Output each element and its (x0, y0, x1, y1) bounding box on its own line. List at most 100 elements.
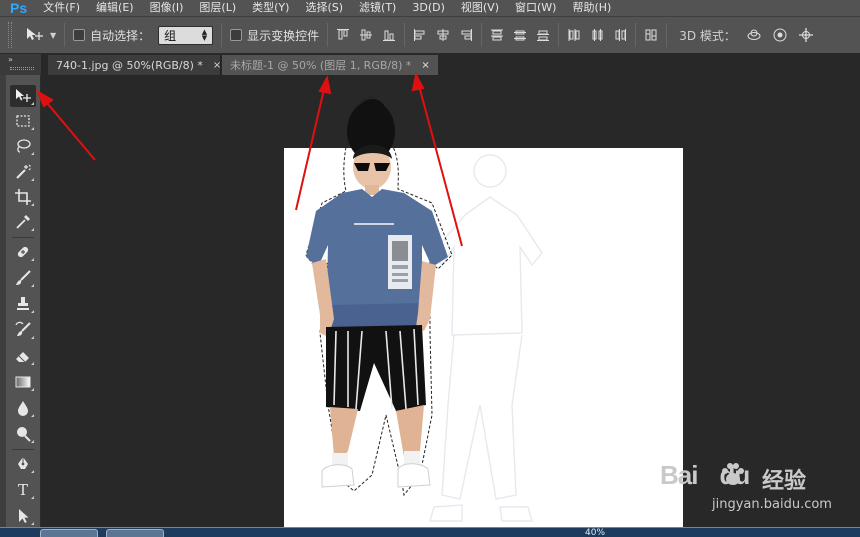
auto-select-value: 组 (164, 28, 177, 43)
menu-3d[interactable]: 3D(D) (404, 0, 453, 16)
document-tab-bar: » 740-1.jpg @ 50%(RGB/8) * × 未标题-1 @ 50%… (0, 54, 860, 75)
align-left-icon[interactable] (413, 28, 427, 42)
align-hcenter-icon[interactable] (436, 28, 450, 42)
show-transform-checkbox[interactable] (230, 29, 243, 41)
shirt-patch-line (392, 273, 408, 276)
blur-tool-icon[interactable] (10, 397, 36, 419)
t-shirt-shade (326, 303, 422, 329)
distribute-vcenter-icon[interactable] (513, 28, 527, 42)
distribute-bottom-icon[interactable] (536, 28, 550, 42)
toolbox-header[interactable]: » (0, 54, 41, 75)
pen-tool-icon[interactable] (10, 453, 36, 475)
type-tool-glyph: T (17, 481, 28, 499)
toolbox-strip (0, 75, 6, 537)
orbit-3d-icon[interactable] (746, 27, 762, 43)
shirt-patch-line (392, 279, 408, 282)
distribute-horizontal-buttons (567, 28, 627, 42)
divider (64, 23, 66, 47)
pan-3d-icon[interactable] (798, 27, 814, 43)
menu-bar: Ps 文件(F) 编辑(E) 图像(I) 图层(L) 类型(Y) 选择(S) 滤… (0, 0, 860, 16)
menu-view[interactable]: 视图(V) (453, 0, 507, 16)
toolbox-grip[interactable] (10, 67, 34, 70)
photoshop-window: Ps 文件(F) 编辑(E) 图像(I) 图层(L) 类型(Y) 选择(S) 滤… (0, 0, 860, 537)
align-right-icon[interactable] (459, 28, 473, 42)
gradient-tool-icon[interactable] (10, 371, 36, 393)
brush-tool-icon[interactable] (10, 267, 36, 289)
eraser-tool-icon[interactable] (10, 345, 36, 367)
align-vcenter-icon[interactable] (359, 28, 373, 42)
divider (558, 23, 560, 47)
lasso-tool-icon[interactable] (10, 135, 36, 157)
history-brush-tool-icon[interactable] (10, 319, 36, 341)
tray-text: 40% (585, 528, 606, 537)
tool-preset-picker[interactable]: ▼ (26, 27, 56, 43)
align-top-icon[interactable] (336, 28, 350, 42)
divider (12, 449, 34, 450)
hair-top (360, 99, 384, 115)
menu-window[interactable]: 窗口(W) (507, 0, 564, 16)
paw-icon (722, 463, 744, 485)
menu-layer[interactable]: 图层(L) (191, 0, 244, 16)
magic-wand-tool-icon[interactable] (10, 161, 36, 183)
distribute-left-icon[interactable] (567, 28, 581, 42)
auto-select-label: 自动选择： (90, 28, 151, 43)
toolbox: T (0, 75, 41, 537)
baidu-watermark: Baidu 经验 jingyan.baidu.com (660, 460, 832, 518)
menu-help[interactable]: 帮助(H) (564, 0, 619, 16)
taskbar-button[interactable] (106, 529, 164, 537)
divider (481, 23, 483, 47)
right-leg (396, 405, 424, 459)
spinner-icon: ▲ ▼ (201, 28, 208, 42)
shirt-patch-line (392, 265, 408, 269)
clone-stamp-tool-icon[interactable] (10, 293, 36, 315)
collapse-icon[interactable]: » (8, 55, 13, 64)
crop-tool-icon[interactable] (10, 186, 36, 208)
options-bar: ▼ 自动选择： 组 ▲ ▼ 显示变换控件 3D 模式： (0, 16, 860, 54)
options-bar-grip[interactable] (8, 22, 12, 48)
chevron-down-icon: ▼ (50, 30, 57, 40)
align-horizontal-buttons (413, 28, 473, 42)
watermark-url: jingyan.baidu.com (712, 497, 832, 512)
distribute-hcenter-icon[interactable] (590, 28, 604, 42)
menu-edit[interactable]: 编辑(E) (88, 0, 142, 16)
distribute-top-icon[interactable] (490, 28, 504, 42)
divider (221, 23, 223, 47)
align-bottom-icon[interactable] (382, 28, 396, 42)
move-tool-icon[interactable] (10, 85, 36, 107)
shorts (326, 325, 426, 411)
distribute-right-icon[interactable] (613, 28, 627, 42)
shirt-patch-detail (392, 241, 408, 261)
eyedropper-tool-icon[interactable] (10, 211, 36, 233)
menu-filter[interactable]: 滤镜(T) (351, 0, 404, 16)
close-icon[interactable]: × (421, 60, 429, 71)
menu-image[interactable]: 图像(I) (142, 0, 192, 16)
menu-file[interactable]: 文件(F) (35, 0, 88, 16)
shirt-print (354, 223, 394, 225)
distribute-vertical-buttons (490, 28, 550, 42)
tab-740-1[interactable]: 740-1.jpg @ 50%(RGB/8) * × (48, 55, 221, 75)
marquee-tool-icon[interactable] (10, 110, 36, 132)
taskbar-button[interactable] (40, 529, 98, 537)
left-leg (330, 407, 358, 459)
watermark-brand-a: Bai (660, 460, 698, 490)
watermark-cn: 经验 (762, 469, 807, 494)
close-icon[interactable]: × (213, 60, 221, 71)
dodge-tool-icon[interactable] (10, 423, 36, 445)
divider (327, 23, 329, 47)
auto-align-icon[interactable] (644, 28, 658, 42)
menu-select[interactable]: 选择(S) (297, 0, 351, 16)
auto-select-checkbox[interactable] (73, 29, 86, 41)
divider (666, 23, 668, 47)
roll-3d-icon[interactable] (772, 27, 788, 43)
photoshop-logo: Ps (10, 0, 28, 16)
move-tool-icon (27, 28, 43, 40)
auto-select-dropdown[interactable]: 组 ▲ ▼ (158, 25, 214, 45)
type-tool-icon[interactable]: T (10, 479, 36, 501)
path-selection-tool-icon[interactable] (10, 505, 36, 527)
tab-untitled-1[interactable]: 未标题-1 @ 50% (图层 1, RGB/8) * × (222, 55, 438, 75)
healing-brush-tool-icon[interactable] (10, 241, 36, 263)
menu-type[interactable]: 类型(Y) (244, 0, 297, 16)
align-buttons (336, 28, 396, 42)
show-transform-label: 显示变换控件 (247, 28, 320, 43)
3d-mode-label: 3D 模式： (679, 28, 736, 43)
